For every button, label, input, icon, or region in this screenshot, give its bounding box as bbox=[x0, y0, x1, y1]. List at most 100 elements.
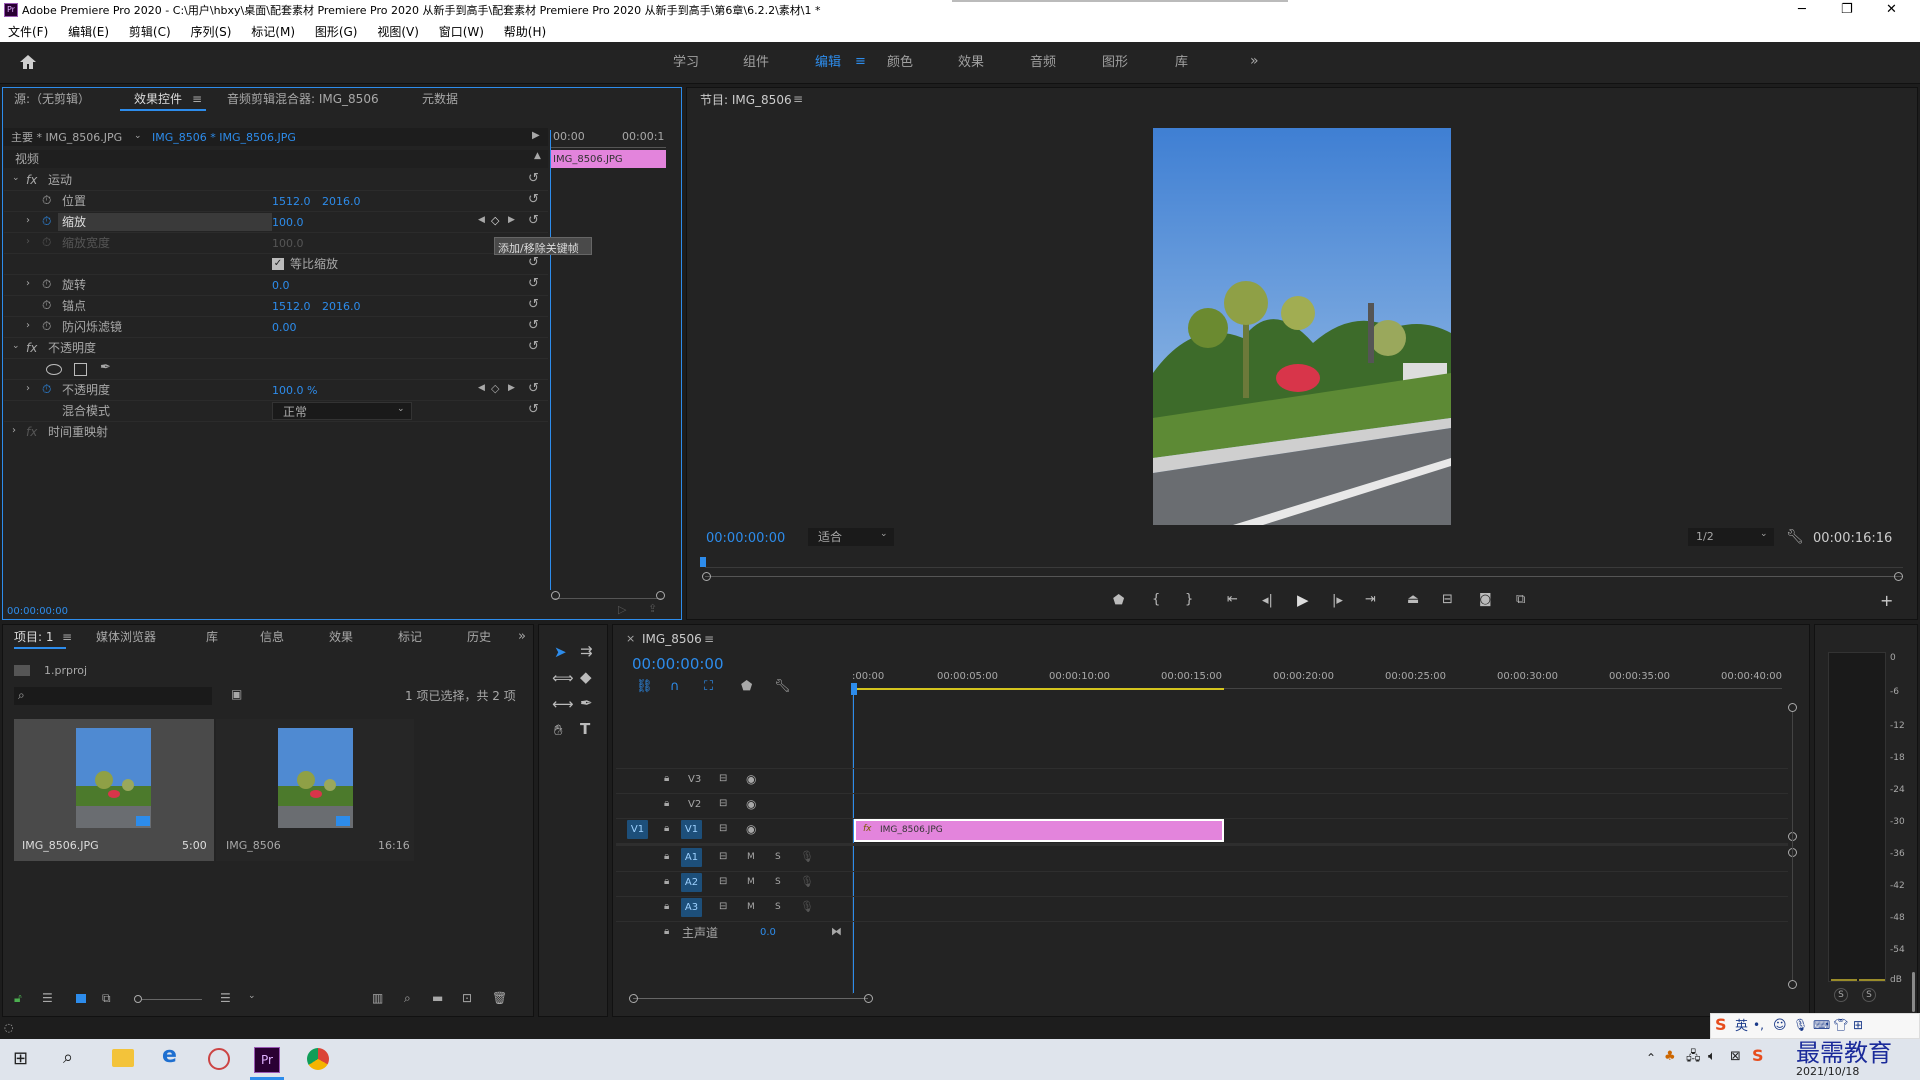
solo-left-button[interactable]: S bbox=[1834, 988, 1848, 1002]
menu-clip[interactable]: 剪辑(C) bbox=[129, 25, 171, 39]
solo-button[interactable]: S bbox=[775, 878, 781, 887]
premiere-taskbar-icon[interactable]: Pr bbox=[254, 1047, 280, 1073]
track-lock-icon[interactable]: 🔒︎ bbox=[664, 927, 669, 937]
zoom-slider-handle[interactable] bbox=[134, 995, 142, 1003]
new-bin-from-search-icon[interactable]: ▣ bbox=[231, 688, 242, 700]
project-item[interactable]: IMG_8506.JPG 5:00 bbox=[14, 719, 214, 861]
home-icon[interactable] bbox=[18, 52, 38, 72]
close-sequence-icon[interactable]: × bbox=[626, 633, 635, 644]
expand-icon[interactable]: › bbox=[26, 279, 30, 289]
workspace-graphics[interactable]: 图形 bbox=[1102, 56, 1128, 69]
go-to-edges-icon[interactable]: ⧓ bbox=[831, 926, 842, 937]
slip-tool-icon[interactable]: ⟷ bbox=[552, 697, 574, 712]
timeline-timecode[interactable]: 00:00:00:00 bbox=[632, 657, 724, 672]
new-item-icon[interactable]: ⊡ bbox=[462, 992, 472, 1004]
menu-view[interactable]: 视图(V) bbox=[377, 25, 419, 39]
mark-in-icon[interactable]: { bbox=[1152, 593, 1160, 606]
step-forward-icon[interactable]: |▸ bbox=[1332, 594, 1343, 607]
sequence-tab[interactable]: IMG_8506 bbox=[642, 633, 702, 645]
mic-icon[interactable]: 🎙︎ bbox=[800, 876, 814, 887]
zoom-slider[interactable] bbox=[142, 999, 202, 1000]
sequence-clip-label[interactable]: IMG_8506 * IMG_8506.JPG bbox=[152, 132, 296, 143]
project-search-input[interactable]: ⌕ bbox=[14, 687, 212, 705]
project-item[interactable]: IMG_8506 16:16 bbox=[216, 719, 414, 861]
compare-view-icon[interactable]: ⧉ bbox=[1516, 593, 1525, 606]
ec-playhead[interactable] bbox=[550, 130, 551, 590]
sync-lock-icon[interactable]: ⊟ bbox=[719, 799, 727, 809]
tab-media-browser[interactable]: 媒体浏览器 bbox=[96, 631, 156, 643]
menu-edit[interactable]: 编辑(E) bbox=[68, 25, 109, 39]
filter-icon[interactable]: ▷ bbox=[618, 604, 626, 615]
solo-button[interactable]: S bbox=[775, 903, 781, 912]
tab-libraries[interactable]: 库 bbox=[206, 631, 218, 643]
tab-effects[interactable]: 效果 bbox=[329, 631, 353, 643]
tab-source[interactable]: 源:（无剪辑） bbox=[14, 93, 90, 105]
tab-markers[interactable]: 标记 bbox=[398, 631, 422, 643]
solo-right-button[interactable]: S bbox=[1862, 988, 1876, 1002]
timeline-clip[interactable]: fx IMG_8506.JPG bbox=[854, 819, 1224, 842]
expand-icon[interactable]: › bbox=[26, 384, 30, 394]
ec-zoom-scrollbar[interactable] bbox=[553, 590, 663, 599]
sync-lock-icon[interactable]: ⊟ bbox=[719, 902, 727, 912]
tab-metadata[interactable]: 元数据 bbox=[422, 93, 458, 105]
search-icon[interactable]: ⌕ bbox=[63, 1049, 73, 1067]
scrollbar[interactable] bbox=[952, 0, 1288, 2]
tab-project[interactable]: 项目: 1 bbox=[14, 631, 54, 643]
next-keyframe-icon[interactable]: ▶ bbox=[508, 216, 515, 225]
program-scrollbar[interactable] bbox=[705, 576, 1903, 577]
maximize-button[interactable]: ❐ bbox=[1841, 3, 1853, 16]
program-playhead[interactable] bbox=[700, 557, 706, 567]
ime-skin-icon[interactable]: 👕︎ bbox=[1833, 1019, 1848, 1031]
track-target-v1[interactable]: V1 bbox=[681, 820, 702, 839]
stopwatch-icon[interactable]: ⏱ bbox=[42, 383, 51, 395]
ellipse-mask-icon[interactable] bbox=[46, 364, 62, 375]
reset-icon[interactable]: ↺ bbox=[528, 214, 539, 227]
mute-button[interactable]: M bbox=[747, 903, 755, 912]
workspace-learn[interactable]: 学习 bbox=[673, 56, 699, 69]
tab-history[interactable]: 历史 bbox=[467, 631, 491, 643]
track-name[interactable]: V3 bbox=[688, 775, 701, 785]
nest-icon[interactable]: ⛓︎ bbox=[636, 680, 653, 693]
h-scroll-handle[interactable] bbox=[864, 994, 873, 1003]
anchor-y[interactable]: 2016.0 bbox=[322, 301, 361, 312]
razor-tool-icon[interactable]: ◆ bbox=[580, 670, 592, 685]
tab-audio-mixer[interactable]: 音频剪辑混合器: IMG_8506 bbox=[227, 93, 379, 105]
mic-icon[interactable]: 🎙︎ bbox=[800, 851, 814, 862]
fx-icon[interactable]: fx bbox=[26, 342, 37, 354]
add-keyframe-button[interactable]: ◇ bbox=[491, 215, 499, 226]
reset-icon[interactable]: ↺ bbox=[528, 256, 539, 269]
extract-icon[interactable]: ⊟ bbox=[1442, 593, 1453, 606]
program-title[interactable]: 节目: IMG_8506 bbox=[700, 94, 792, 106]
expand-icon[interactable]: › bbox=[12, 426, 16, 436]
expand-opacity-icon[interactable]: ⌄ bbox=[12, 342, 20, 351]
app-icon[interactable] bbox=[208, 1048, 230, 1070]
ec-timecode[interactable]: 00:00:00:00 bbox=[7, 607, 68, 617]
uniform-scale-checkbox[interactable]: ✓ bbox=[272, 258, 284, 270]
flicker-value[interactable]: 0.00 bbox=[272, 322, 297, 333]
sync-lock-icon[interactable]: ⊟ bbox=[719, 824, 727, 834]
freeform-view-icon[interactable]: ⧉ bbox=[102, 992, 111, 1004]
prev-keyframe-icon[interactable]: ◀ bbox=[478, 216, 485, 225]
chrome-icon[interactable] bbox=[307, 1048, 329, 1070]
trash-icon[interactable]: 🗑︎ bbox=[492, 992, 507, 1004]
sync-lock-icon[interactable]: ⊟ bbox=[719, 877, 727, 887]
stopwatch-icon[interactable]: ⏱ bbox=[42, 194, 51, 206]
mute-button[interactable]: M bbox=[747, 878, 755, 887]
track-lock-icon[interactable]: 🔒︎ bbox=[664, 799, 669, 809]
fx-icon[interactable]: fx bbox=[26, 174, 37, 186]
settings-wrench-icon[interactable]: 🔧︎ bbox=[774, 680, 791, 693]
reset-icon[interactable]: ↺ bbox=[528, 319, 539, 332]
ime-tools-icon[interactable]: ⊞ bbox=[1853, 1019, 1863, 1031]
track-target-a1[interactable]: A1 bbox=[681, 848, 702, 867]
selection-tool-icon[interactable]: ➤ bbox=[554, 645, 567, 660]
workspace-audio[interactable]: 音频 bbox=[1030, 56, 1056, 69]
workspace-editing[interactable]: 编辑 bbox=[815, 56, 841, 69]
pen-mask-icon[interactable]: ✒ bbox=[100, 361, 111, 374]
panel-menu-icon[interactable]: ≡ bbox=[704, 633, 714, 645]
network-icon[interactable]: 🖧︎ bbox=[1686, 1050, 1701, 1063]
ime-punct-icon[interactable]: •, bbox=[1753, 1019, 1764, 1031]
sync-lock-icon[interactable]: ⊟ bbox=[719, 774, 727, 784]
scroll-handle-right[interactable] bbox=[1894, 572, 1903, 581]
collapse-up-icon[interactable]: ▲ bbox=[534, 152, 541, 161]
wrench-icon[interactable]: 🔧︎ bbox=[1786, 530, 1804, 544]
